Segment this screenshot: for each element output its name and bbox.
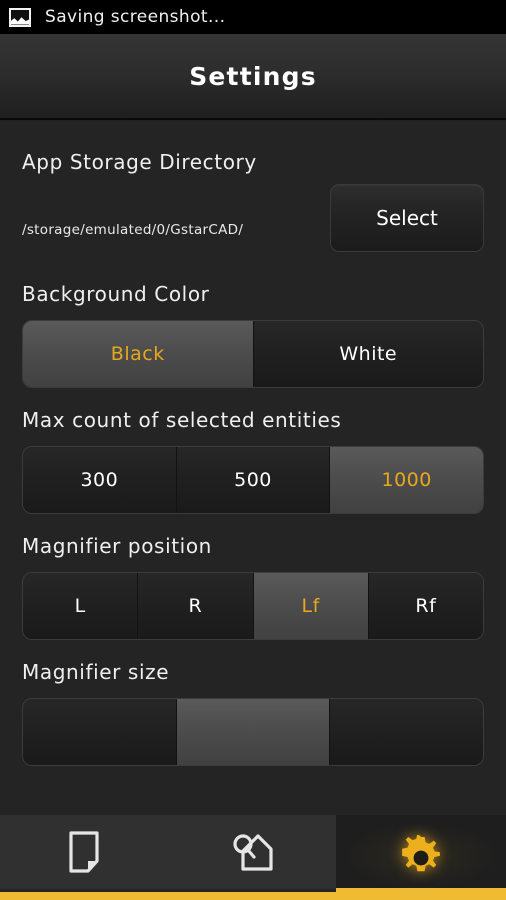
- setting-group-magnifier-position: Magnifier position L R Lf Rf: [0, 534, 506, 640]
- nav-tab-browse-drawings[interactable]: [168, 815, 336, 889]
- bottom-navigation-bar: [0, 815, 506, 900]
- document-icon: [68, 831, 100, 873]
- bottom-accent-line: [0, 892, 506, 900]
- magnifier-size-segmented-control[interactable]: [22, 698, 484, 766]
- magnifier-position-option-l[interactable]: L: [23, 573, 138, 639]
- background-color-label: Background Color: [22, 282, 210, 306]
- background-color-option-white[interactable]: White: [252, 321, 483, 387]
- setting-group-magnifier-size: Magnifier size: [0, 660, 506, 766]
- nav-inactive-group: [0, 815, 336, 889]
- house-search-icon: [230, 831, 274, 873]
- magnifier-size-label: Magnifier size: [22, 660, 170, 684]
- background-color-option-black[interactable]: Black: [23, 321, 253, 387]
- setting-group-max-entities: Max count of selected entities 300 500 1…: [0, 408, 506, 514]
- max-entities-label: Max count of selected entities: [22, 408, 342, 432]
- setting-group-background-color: Background Color Black White: [0, 282, 506, 388]
- magnifier-size-option-2[interactable]: [175, 699, 330, 765]
- status-bar-text: Saving screenshot...: [45, 7, 226, 27]
- magnifier-position-label: Magnifier position: [22, 534, 212, 558]
- nav-tab-documents[interactable]: [0, 815, 168, 889]
- screenshot-image-icon: [9, 7, 31, 27]
- magnifier-position-option-lf[interactable]: Lf: [252, 573, 368, 639]
- storage-row: /storage/emulated/0/GstarCAD/ Select: [0, 174, 506, 284]
- magnifier-position-option-r[interactable]: R: [137, 573, 253, 639]
- max-entities-option-500[interactable]: 500: [175, 447, 330, 513]
- setting-group-storage: App Storage Directory /storage/emulated/…: [0, 122, 506, 284]
- settings-scroll-area[interactable]: App Storage Directory /storage/emulated/…: [0, 122, 506, 815]
- max-entities-segmented-control[interactable]: 300 500 1000: [22, 446, 484, 514]
- magnifier-size-option-1[interactable]: [23, 699, 176, 765]
- status-bar: Saving screenshot...: [0, 0, 506, 34]
- magnifier-size-option-3[interactable]: [329, 699, 483, 765]
- title-bar: Settings: [0, 34, 506, 120]
- max-entities-option-300[interactable]: 300: [23, 447, 176, 513]
- background-color-segmented-control[interactable]: Black White: [22, 320, 484, 388]
- select-directory-button[interactable]: Select: [330, 184, 484, 252]
- magnifier-position-segmented-control[interactable]: L R Lf Rf: [22, 572, 484, 640]
- max-entities-option-1000[interactable]: 1000: [329, 447, 483, 513]
- page-title: Settings: [189, 61, 317, 91]
- storage-section-label: App Storage Directory: [22, 150, 257, 174]
- gear-icon: [398, 834, 444, 881]
- magnifier-position-option-rf[interactable]: Rf: [367, 573, 483, 639]
- storage-path-value: /storage/emulated/0/GstarCAD/: [22, 222, 244, 238]
